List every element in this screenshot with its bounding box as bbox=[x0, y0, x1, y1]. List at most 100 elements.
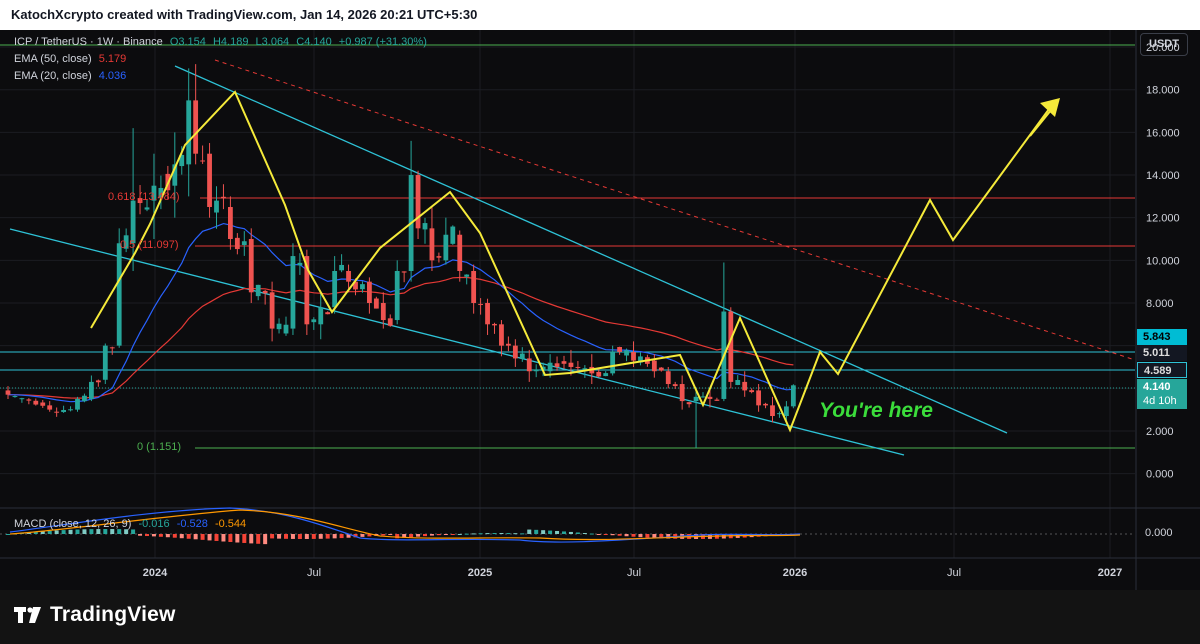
chart-area[interactable]: 0.0002.0004.0006.0008.00010.00012.00014.… bbox=[0, 30, 1200, 590]
candle-body bbox=[485, 302, 490, 325]
x-tick-label: 2026 bbox=[783, 567, 807, 579]
macd-bar bbox=[249, 534, 254, 544]
candle-body bbox=[790, 385, 796, 407]
macd-bar bbox=[596, 534, 601, 535]
candle-body bbox=[665, 371, 671, 385]
candle-body bbox=[12, 396, 18, 398]
macd-bar bbox=[506, 533, 511, 535]
macd-bar bbox=[311, 534, 316, 539]
channel-lower-line bbox=[9, 228, 905, 456]
candle-body bbox=[617, 347, 622, 352]
macd-bar bbox=[464, 533, 469, 535]
candle-body bbox=[325, 312, 331, 315]
candles bbox=[5, 64, 796, 449]
macd-bar bbox=[429, 534, 434, 536]
price-label-4589: 4.589 bbox=[1137, 362, 1187, 378]
fib-618-label: 0.618 (13.484) bbox=[108, 191, 180, 203]
ohlc-low: L3.064 bbox=[255, 36, 290, 48]
tradingview-logo-text: TradingView bbox=[50, 603, 176, 626]
candle-body bbox=[401, 271, 407, 273]
projection-arrow-stem bbox=[1029, 103, 1057, 137]
x-tick-label: Jul bbox=[947, 567, 961, 579]
candle-body bbox=[519, 353, 525, 359]
candle-body bbox=[255, 284, 261, 297]
macd-label: MACD (close, 12, 26, 9) bbox=[14, 518, 132, 530]
footer bbox=[0, 590, 1200, 644]
grid bbox=[0, 30, 1135, 558]
macd-bar bbox=[6, 534, 10, 535]
macd-bar bbox=[235, 534, 240, 543]
macd-legend[interactable]: MACD (close, 12, 26, 9) -0.016 -0.528 -0… bbox=[14, 518, 246, 530]
currency-button[interactable]: USDT bbox=[1140, 33, 1188, 56]
candle-body bbox=[26, 399, 32, 401]
candle-body bbox=[130, 200, 136, 244]
candle-body bbox=[651, 360, 657, 372]
symbol-legend[interactable]: ICP / TetherUS · 1W · Binance O3.154 H4.… bbox=[14, 36, 427, 48]
macd-bar bbox=[388, 534, 393, 535]
macd-bar bbox=[631, 534, 636, 537]
candle-body bbox=[624, 350, 629, 356]
macd-bar bbox=[277, 534, 282, 539]
y-tick-label: 8.000 bbox=[1146, 298, 1174, 310]
candle-body bbox=[387, 318, 393, 326]
candle-body bbox=[228, 207, 233, 240]
countdown-value: 4d 10h bbox=[1143, 395, 1177, 407]
macd-bar bbox=[423, 534, 427, 537]
candle-body bbox=[679, 384, 685, 402]
candle-body bbox=[360, 284, 365, 290]
candle-body bbox=[596, 371, 602, 377]
macd-bar bbox=[256, 534, 261, 544]
macd-bar bbox=[193, 534, 198, 540]
tradingview-logo[interactable]: TradingView bbox=[14, 603, 176, 627]
macd-bar bbox=[436, 534, 441, 536]
macd-zero-label: 0.000 bbox=[1145, 527, 1173, 539]
candle-body bbox=[380, 302, 386, 321]
macd-bar bbox=[562, 531, 566, 534]
macd-bar bbox=[568, 531, 573, 534]
candle-body bbox=[332, 270, 338, 308]
ema20-legend[interactable]: EMA (20, close) 4.036 bbox=[14, 70, 126, 82]
header-text: KatochXcrypto created with TradingView.c… bbox=[11, 7, 478, 22]
candle-body bbox=[346, 270, 351, 282]
macd-bar bbox=[450, 534, 455, 535]
candle-body bbox=[241, 241, 247, 246]
macd-bar bbox=[318, 534, 323, 539]
price-label-5011: 5.011 bbox=[1137, 345, 1187, 361]
candle-body bbox=[700, 396, 706, 398]
macd-bar bbox=[284, 534, 288, 539]
macd-bar bbox=[332, 534, 337, 539]
candle-body bbox=[19, 398, 25, 400]
candle-body bbox=[318, 307, 324, 325]
y-tick-label: 16.000 bbox=[1146, 127, 1180, 139]
candle-body bbox=[221, 196, 226, 199]
macd-bar bbox=[47, 530, 52, 534]
macd-bar bbox=[582, 532, 587, 534]
chart-svg[interactable]: 0.0002.0004.0006.0008.00010.00012.00014.… bbox=[0, 30, 1200, 590]
candle-body bbox=[5, 390, 11, 395]
candle-body bbox=[54, 411, 60, 413]
candle-body bbox=[200, 160, 205, 162]
candle-body bbox=[568, 362, 574, 367]
candle-body bbox=[506, 343, 511, 346]
macd-bar bbox=[471, 533, 476, 535]
candle-body bbox=[658, 367, 664, 371]
candle-body bbox=[367, 281, 372, 303]
candle-body bbox=[547, 362, 553, 372]
macd-bar bbox=[214, 534, 219, 541]
ema50-legend[interactable]: EMA (50, close) 5.179 bbox=[14, 53, 126, 65]
macd-bar bbox=[575, 532, 580, 534]
projection-zigzag bbox=[90, 90, 1053, 433]
macd-bar bbox=[179, 534, 184, 539]
candle-body bbox=[784, 406, 789, 417]
candle-body bbox=[394, 270, 400, 321]
macd-bar bbox=[145, 534, 149, 537]
tradingview-logo-icon bbox=[14, 607, 41, 623]
macd-bar bbox=[499, 533, 504, 535]
candle-body bbox=[68, 409, 73, 411]
macd-bar bbox=[228, 534, 233, 543]
candle-body bbox=[262, 290, 268, 294]
candle-body bbox=[735, 380, 741, 385]
candle-body bbox=[33, 400, 39, 405]
macd-bar bbox=[263, 534, 268, 545]
candle-body bbox=[214, 200, 219, 213]
